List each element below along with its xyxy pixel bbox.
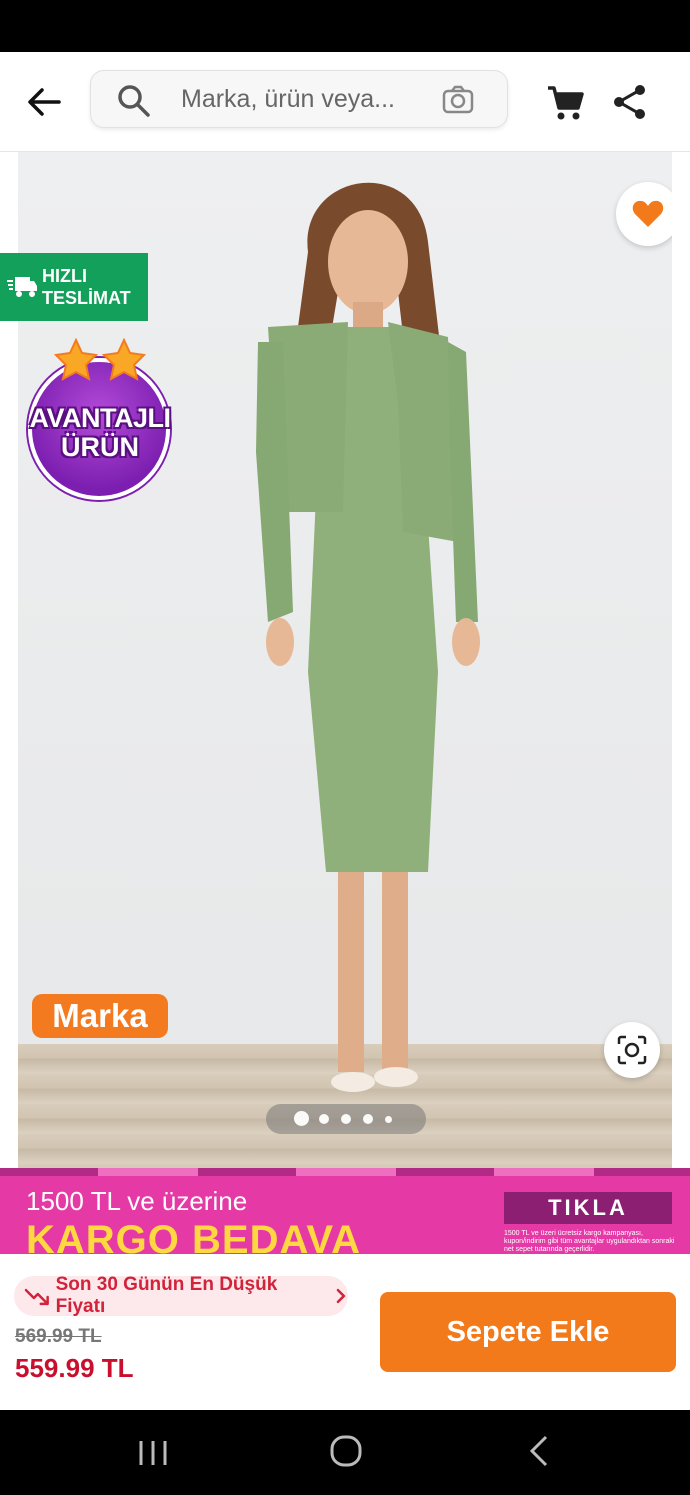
cart-button[interactable] bbox=[544, 82, 586, 124]
purchase-bar: Son 30 Günün En Düşük Fiyatı 569.99 TL 5… bbox=[0, 1254, 690, 1410]
truck-icon bbox=[7, 277, 37, 297]
recent-apps-icon[interactable] bbox=[136, 1438, 170, 1468]
favorite-button[interactable] bbox=[616, 182, 672, 246]
fast-delivery-badge: HIZLI TESLİMAT bbox=[0, 253, 148, 321]
status-bar bbox=[0, 0, 690, 52]
home-icon[interactable] bbox=[329, 1434, 363, 1468]
trend-down-icon bbox=[24, 1288, 49, 1306]
carousel-dot-active bbox=[294, 1111, 309, 1126]
fast-delivery-line1: HIZLI bbox=[42, 266, 87, 286]
brand-day-badge: Günü Marka bbox=[18, 994, 182, 1078]
lens-icon bbox=[617, 1035, 647, 1065]
brand-day-line1: Marka bbox=[32, 994, 168, 1038]
banner-cta[interactable]: TIKLA bbox=[504, 1192, 672, 1224]
share-button[interactable] bbox=[610, 82, 650, 122]
carousel-dot bbox=[319, 1114, 329, 1124]
back-button[interactable] bbox=[22, 80, 66, 124]
heart-icon bbox=[632, 200, 664, 227]
star-icon bbox=[102, 338, 146, 381]
arrow-left-icon bbox=[28, 88, 61, 116]
old-price: 569.99 TL bbox=[15, 1326, 102, 1347]
search-bar[interactable]: Marka, ürün veya... bbox=[90, 70, 508, 128]
current-price: 559.99 TL bbox=[15, 1353, 134, 1383]
cart-icon bbox=[548, 86, 584, 120]
advantage-product-badge: AVANTAJLI ÜRÜN bbox=[18, 338, 182, 500]
carousel-dot bbox=[363, 1114, 373, 1124]
lowest-price-badge[interactable]: Son 30 Günün En Düşük Fiyatı bbox=[14, 1274, 348, 1317]
fast-delivery-line2: TESLİMAT bbox=[42, 288, 131, 308]
carousel-dot bbox=[341, 1114, 351, 1124]
advantage-line1: AVANTAJLI bbox=[29, 403, 172, 433]
add-to-cart-button[interactable]: Sepete Ekle bbox=[380, 1292, 676, 1372]
banner-line1: 1500 TL ve üzerine bbox=[26, 1186, 248, 1216]
carousel-dot bbox=[385, 1116, 392, 1123]
advantage-line2: ÜRÜN bbox=[61, 432, 139, 462]
header: Marka, ürün veya... bbox=[0, 52, 690, 152]
visual-search-button[interactable] bbox=[604, 1022, 660, 1078]
star-icon bbox=[54, 338, 98, 381]
camera-search-icon[interactable] bbox=[441, 83, 475, 117]
search-icon bbox=[118, 85, 150, 117]
system-nav-bar bbox=[0, 1410, 690, 1495]
carousel-indicator bbox=[266, 1104, 426, 1134]
free-shipping-banner[interactable]: 1500 TL ve üzerine KARGO BEDAVA TIKLA 15… bbox=[0, 1168, 690, 1254]
banner-stripes bbox=[0, 1168, 690, 1176]
lowest-price-text: Son 30 Günün En Düşük Fiyatı bbox=[55, 1274, 278, 1317]
product-gallery[interactable]: HIZLI TESLİMAT AVANTAJLI ÜRÜN Günü Marka bbox=[0, 152, 690, 1170]
search-input[interactable]: Marka, ürün veya... bbox=[181, 85, 421, 114]
banner-line2: KARGO BEDAVA bbox=[26, 1218, 361, 1254]
banner-note: 1500 TL ve üzeri ücretsiz kargo kampanya… bbox=[504, 1230, 675, 1253]
system-back-icon[interactable] bbox=[526, 1434, 552, 1468]
chevron-right-icon bbox=[336, 1288, 346, 1304]
share-icon bbox=[614, 85, 645, 119]
